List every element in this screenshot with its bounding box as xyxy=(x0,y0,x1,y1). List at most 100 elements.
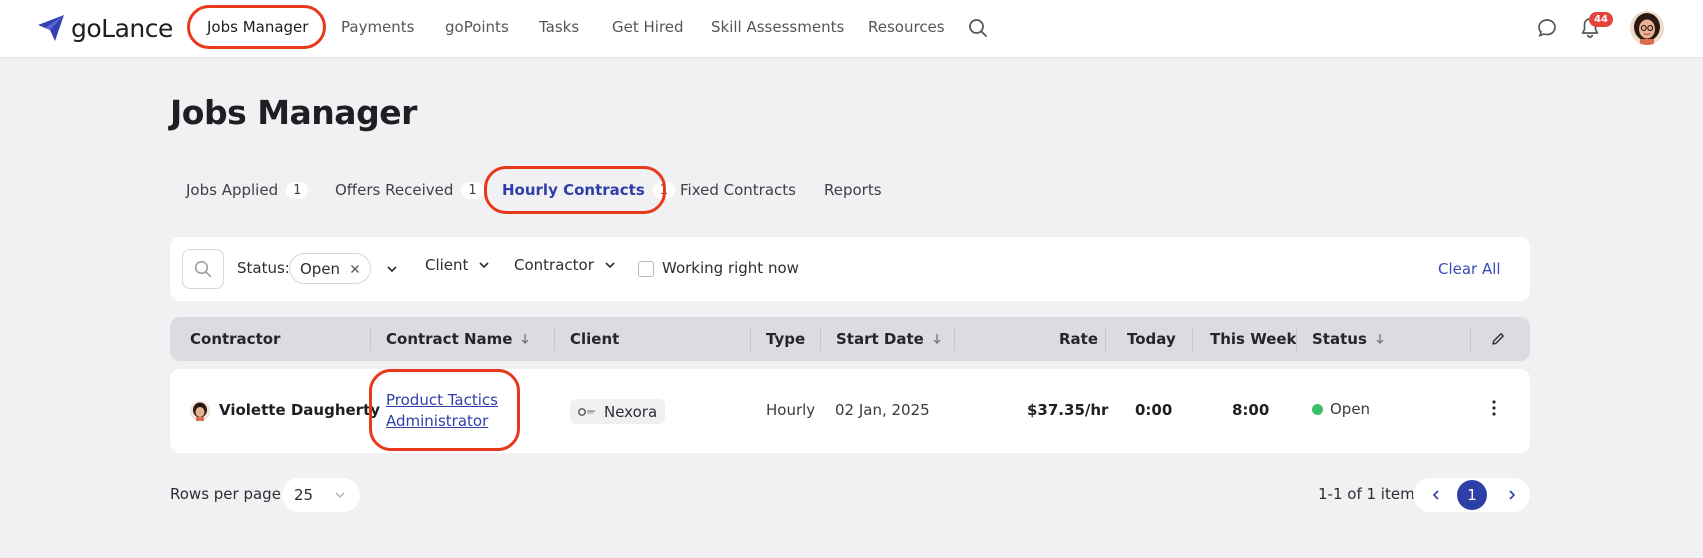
working-now-label[interactable]: Working right now xyxy=(662,259,799,277)
logo-icon xyxy=(38,15,64,41)
notification-count-badge: 44 xyxy=(1589,12,1613,27)
col-label: Rate xyxy=(1059,330,1099,348)
rows-per-page-label: Rows per page xyxy=(170,485,281,503)
contractor-name[interactable]: Violette Daugherty xyxy=(219,401,380,419)
user-avatar[interactable] xyxy=(1630,11,1664,45)
col-label: Status xyxy=(1312,330,1367,348)
contractor-avatar xyxy=(190,401,210,421)
col-contract-name[interactable]: Contract Name xyxy=(386,330,530,348)
status-open-dot xyxy=(1312,404,1323,415)
page-1-button[interactable]: 1 xyxy=(1457,480,1487,510)
this-week-hours: 8:00 xyxy=(1232,401,1270,419)
col-status[interactable]: Status xyxy=(1312,330,1385,348)
chevron-down-icon xyxy=(479,262,490,269)
column-divider xyxy=(1192,327,1193,351)
nav-resources[interactable]: Resources xyxy=(868,18,945,36)
chevron-down-icon xyxy=(605,262,615,269)
chevron-right-icon xyxy=(1509,490,1516,500)
search-icon[interactable] xyxy=(968,18,988,38)
col-label: This Week xyxy=(1210,330,1297,348)
tab-fixed-contracts[interactable]: Fixed Contracts xyxy=(680,181,796,199)
rows-per-page-select[interactable]: 25 xyxy=(282,478,360,512)
tab-offers-received[interactable]: Offers Received 1 xyxy=(335,181,484,199)
tab-jobs-applied[interactable]: Jobs Applied 1 xyxy=(186,181,309,199)
nav-payments[interactable]: Payments xyxy=(341,18,414,36)
col-label: Contract Name xyxy=(386,330,513,348)
column-divider xyxy=(820,327,821,351)
sort-arrow-icon xyxy=(1376,334,1384,344)
column-divider xyxy=(954,327,955,351)
status-text: Open xyxy=(1330,400,1371,418)
col-label: Start Date xyxy=(836,330,924,348)
golance-logo[interactable]: goLance xyxy=(35,12,173,44)
col-label: Client xyxy=(570,330,620,348)
close-icon[interactable] xyxy=(350,264,360,274)
top-navbar: goLance Jobs Manager Payments goPoints T… xyxy=(0,0,1703,58)
table-row[interactable]: Violette Daugherty Product Tactics Admin… xyxy=(170,369,1530,453)
nav-jobs-manager[interactable]: Jobs Manager xyxy=(207,18,308,36)
nav-skill-assessments[interactable]: Skill Assessments xyxy=(711,18,844,36)
sort-arrow-icon xyxy=(522,334,529,344)
client-filter-dropdown[interactable]: Client xyxy=(425,256,490,274)
page-title: Jobs Manager xyxy=(170,93,417,132)
status-filter-label: Status: xyxy=(237,259,290,277)
today-hours: 0:00 xyxy=(1135,401,1173,419)
tab-count: 1 xyxy=(286,181,309,199)
col-client[interactable]: Client xyxy=(570,330,619,348)
client-name: Nexora xyxy=(604,402,658,421)
client-logo-icon xyxy=(578,407,595,416)
clear-all-link[interactable]: Clear All xyxy=(1438,260,1501,278)
col-contractor[interactable]: Contractor xyxy=(190,330,280,348)
nav-gopoints[interactable]: goPoints xyxy=(445,18,509,36)
working-now-checkbox[interactable] xyxy=(638,261,654,277)
client-filter-label: Client xyxy=(425,256,469,274)
col-today[interactable]: Today xyxy=(1127,330,1176,348)
col-this-week[interactable]: This Week xyxy=(1210,330,1297,348)
column-divider xyxy=(1470,327,1471,351)
chevron-down-icon xyxy=(335,492,345,498)
row-more-options-icon[interactable] xyxy=(1491,399,1497,417)
nav-tasks[interactable]: Tasks xyxy=(539,18,579,36)
status-dropdown-chevron-icon[interactable] xyxy=(386,264,398,274)
tab-label: Fixed Contracts xyxy=(680,181,796,199)
filter-search-button[interactable] xyxy=(182,249,224,289)
filter-bar: Status: Open Client Contractor Working r… xyxy=(170,237,1530,301)
avatar-image xyxy=(1630,11,1664,45)
contract-name-line: Product Tactics xyxy=(386,391,498,409)
contract-name-line: Administrator xyxy=(386,412,489,430)
contractor-filter-dropdown[interactable]: Contractor xyxy=(514,256,616,274)
col-start-date[interactable]: Start Date xyxy=(836,330,942,348)
brand-name: goLance xyxy=(71,13,173,43)
client-chip[interactable]: Nexora xyxy=(570,399,666,424)
chevron-left-icon xyxy=(1432,490,1439,500)
sort-arrow-icon xyxy=(933,334,941,344)
status-chip-value: Open xyxy=(300,259,341,278)
contractor-filter-label: Contractor xyxy=(514,256,594,274)
tab-label: Reports xyxy=(824,181,882,199)
table-header: Contractor Contract Name Client Type Sta… xyxy=(170,317,1530,361)
tab-count: 1 xyxy=(461,181,484,199)
col-type[interactable]: Type xyxy=(766,330,805,348)
pagination-range: 1-1 of 1 items xyxy=(1318,485,1423,503)
status-filter-chip[interactable]: Open xyxy=(289,253,372,284)
tab-label: Hourly Contracts xyxy=(502,181,645,199)
prev-page-button[interactable] xyxy=(1419,478,1453,512)
contract-name-link[interactable]: Product Tactics Administrator xyxy=(386,390,498,432)
start-date: 02 Jan, 2025 xyxy=(835,401,930,419)
edit-columns-pencil-icon[interactable] xyxy=(1490,331,1506,347)
status-cell: Open xyxy=(1312,400,1370,418)
tab-hourly-contracts[interactable]: Hourly Contracts 1 xyxy=(502,181,676,199)
column-divider xyxy=(1296,327,1297,351)
rows-per-page-value: 25 xyxy=(294,486,314,504)
col-label: Today xyxy=(1127,330,1176,348)
tab-label: Jobs Applied xyxy=(186,181,279,199)
col-label: Contractor xyxy=(190,330,281,348)
column-divider xyxy=(370,327,371,351)
tab-count: 1 xyxy=(652,181,676,199)
chat-icon[interactable] xyxy=(1537,18,1557,38)
tab-reports[interactable]: Reports xyxy=(824,181,882,199)
col-rate[interactable]: Rate xyxy=(1059,330,1098,348)
next-page-button[interactable] xyxy=(1495,478,1529,512)
nav-get-hired[interactable]: Get Hired xyxy=(612,18,684,36)
column-divider xyxy=(1105,327,1106,351)
